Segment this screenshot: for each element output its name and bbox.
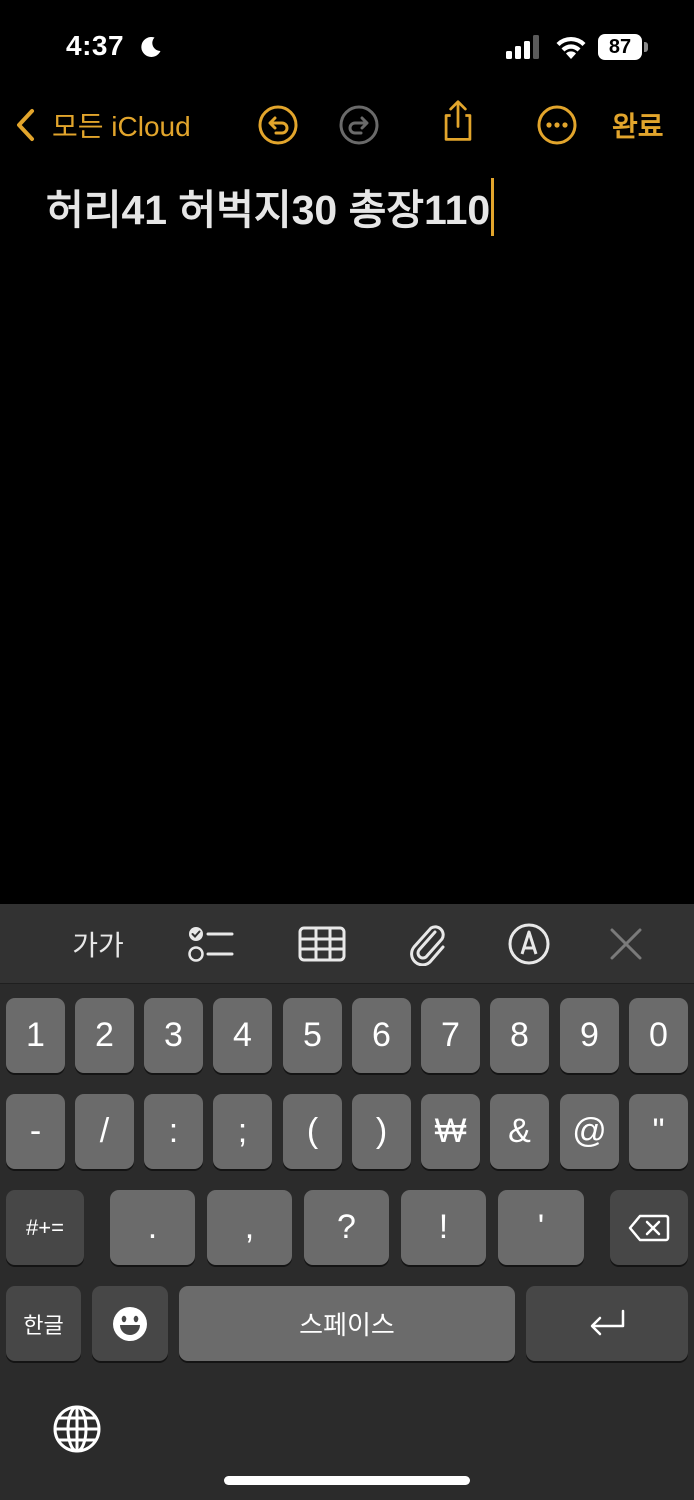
home-indicator bbox=[224, 1476, 470, 1485]
battery-level: 87 bbox=[608, 36, 632, 58]
keyboard: 가가 1 2 3 4 5 6 7 8 9 0 - /: ; () ₩ & @… bbox=[0, 904, 694, 1500]
key-6[interactable]: 6 bbox=[352, 998, 411, 1073]
share-icon[interactable] bbox=[436, 99, 480, 143]
text-cursor bbox=[491, 178, 495, 236]
key-exclamation[interactable]: ! bbox=[401, 1190, 486, 1265]
space-key[interactable]: 스페이스 bbox=[179, 1286, 515, 1361]
key-apostrophe[interactable]: ' bbox=[498, 1190, 584, 1265]
chevron-left-icon bbox=[17, 109, 34, 141]
hangul-mode-key[interactable]: 한글 bbox=[6, 1286, 81, 1361]
table-icon[interactable] bbox=[296, 922, 348, 966]
symbols-mode-key[interactable]: #+= bbox=[6, 1190, 84, 1265]
keyboard-toolbar: 가가 bbox=[0, 904, 694, 984]
paperclip-icon[interactable] bbox=[405, 922, 449, 966]
note-editor[interactable]: 허리41 허벅지30 총장110 bbox=[46, 178, 666, 240]
key-5[interactable]: 5 bbox=[283, 998, 342, 1073]
key-question[interactable]: ? bbox=[304, 1190, 389, 1265]
key-1[interactable]: 1 bbox=[6, 998, 65, 1073]
key-period[interactable]: . bbox=[110, 1190, 195, 1265]
nav-bar: 모든 iCloud 완료 bbox=[0, 95, 694, 155]
status-time: 4:37 bbox=[66, 30, 125, 61]
close-icon[interactable] bbox=[606, 922, 646, 966]
done-button[interactable]: 완료 bbox=[612, 105, 664, 145]
wifi-icon bbox=[556, 36, 586, 59]
delete-icon bbox=[628, 1214, 670, 1241]
format-button[interactable]: 가가 bbox=[68, 922, 128, 966]
status-bar: 4:37 87 bbox=[0, 0, 694, 90]
key-4[interactable]: 4 bbox=[213, 998, 272, 1073]
back-button[interactable]: 모든 iCloud bbox=[14, 103, 191, 147]
return-icon bbox=[590, 1309, 625, 1335]
key-2[interactable]: 2 bbox=[75, 998, 134, 1073]
key-slash[interactable]: / bbox=[75, 1094, 134, 1169]
back-label: 모든 iCloud bbox=[52, 111, 191, 142]
key-colon[interactable]: : bbox=[144, 1094, 203, 1169]
delete-key[interactable] bbox=[610, 1190, 688, 1265]
key-semicolon[interactable]: ; bbox=[213, 1094, 272, 1169]
key-close-paren[interactable]: ) bbox=[352, 1094, 411, 1169]
key-3[interactable]: 3 bbox=[144, 998, 203, 1073]
moon-icon bbox=[141, 36, 161, 57]
key-ampersand[interactable]: & bbox=[490, 1094, 549, 1169]
key-open-paren[interactable]: ( bbox=[283, 1094, 342, 1169]
checklist-icon[interactable] bbox=[186, 922, 236, 966]
emoji-key[interactable] bbox=[92, 1286, 168, 1361]
key-won[interactable]: ₩ bbox=[421, 1094, 480, 1169]
key-at[interactable]: @ bbox=[560, 1094, 619, 1169]
undo-icon[interactable] bbox=[256, 103, 300, 147]
battery-tip bbox=[644, 42, 648, 52]
key-comma[interactable]: , bbox=[207, 1190, 292, 1265]
redo-icon[interactable] bbox=[337, 103, 381, 147]
key-hyphen[interactable]: - bbox=[6, 1094, 65, 1169]
key-8[interactable]: 8 bbox=[490, 998, 549, 1073]
battery-indicator: 87 bbox=[598, 34, 648, 60]
signal-icon bbox=[506, 35, 539, 59]
markup-pen-icon[interactable] bbox=[506, 922, 552, 966]
key-0[interactable]: 0 bbox=[629, 998, 688, 1073]
note-text[interactable]: 허리41 허벅지30 총장110 bbox=[46, 187, 490, 233]
emoji-icon bbox=[113, 1306, 147, 1341]
key-quote[interactable]: " bbox=[629, 1094, 688, 1169]
key-9[interactable]: 9 bbox=[560, 998, 619, 1073]
globe-icon[interactable] bbox=[52, 1404, 102, 1454]
more-icon[interactable] bbox=[535, 103, 579, 147]
key-7[interactable]: 7 bbox=[421, 998, 480, 1073]
return-key[interactable] bbox=[526, 1286, 688, 1361]
